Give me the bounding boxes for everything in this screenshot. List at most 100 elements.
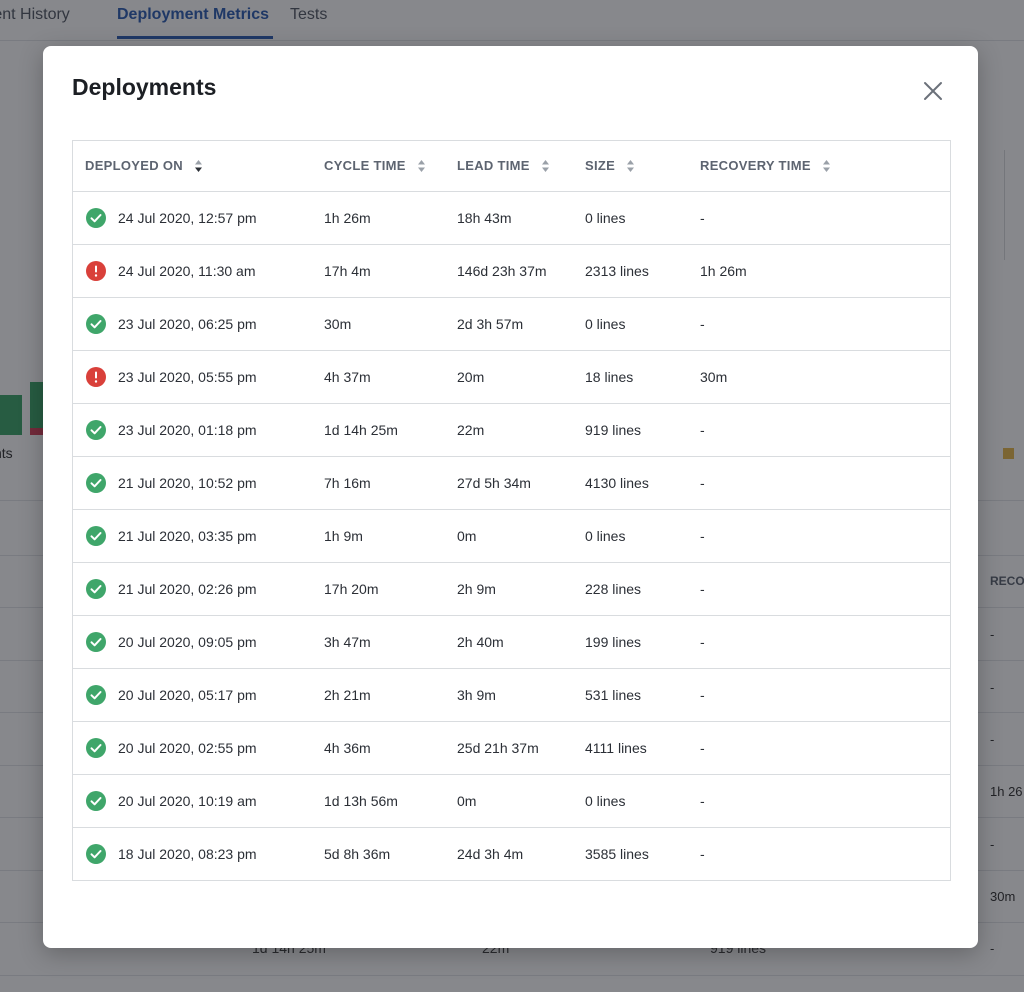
size-cell: 18 lines [585, 369, 634, 385]
table-row[interactable]: 20 Jul 2020, 10:19 am 1d 13h 56m 0m 0 li… [73, 775, 950, 828]
table-row[interactable]: 20 Jul 2020, 02:55 pm 4h 36m 25d 21h 37m… [73, 722, 950, 775]
table-header: DEPLOYED ON CYCLE TIME LEAD TIME SIZE RE… [73, 141, 950, 192]
cycle-time-cell: 1d 13h 56m [324, 793, 398, 809]
check-circle-icon [86, 473, 106, 493]
deployed-on-cell: 20 Jul 2020, 09:05 pm [118, 634, 257, 650]
table-row[interactable]: 23 Jul 2020, 05:55 pm 4h 37m 20m 18 line… [73, 351, 950, 404]
table-row[interactable]: 23 Jul 2020, 06:25 pm 30m 2d 3h 57m 0 li… [73, 298, 950, 351]
lead-time-cell: 146d 23h 37m [457, 263, 547, 279]
check-circle-icon [86, 632, 106, 652]
column-header-size[interactable]: SIZE [585, 141, 635, 191]
lead-time-cell: 25d 21h 37m [457, 740, 539, 756]
recovery-time-cell: - [700, 422, 705, 438]
column-header-deployed-on[interactable]: DEPLOYED ON [85, 141, 203, 191]
sort-descending-icon [194, 159, 202, 172]
sort-icon [822, 159, 830, 172]
table-row[interactable]: 24 Jul 2020, 11:30 am 17h 4m 146d 23h 37… [73, 245, 950, 298]
exclamation-circle-icon [86, 367, 106, 387]
close-button[interactable] [921, 79, 945, 103]
lead-time-cell: 20m [457, 369, 485, 385]
recovery-time-cell: - [700, 793, 705, 809]
deployed-on-cell: 23 Jul 2020, 06:25 pm [118, 316, 257, 332]
modal-title: Deployments [72, 74, 217, 100]
size-cell: 0 lines [585, 528, 626, 544]
close-icon [924, 82, 942, 100]
recovery-time-cell: - [700, 740, 705, 756]
sort-icon [541, 159, 549, 172]
table-row[interactable]: 18 Jul 2020, 08:23 pm 5d 8h 36m 24d 3h 4… [73, 828, 950, 880]
recovery-time-cell: - [700, 634, 705, 650]
lead-time-cell: 22m [457, 422, 485, 438]
recovery-time-cell: - [700, 316, 705, 332]
table-row[interactable]: 23 Jul 2020, 01:18 pm 1d 14h 25m 22m 919… [73, 404, 950, 457]
size-cell: 228 lines [585, 581, 642, 597]
check-circle-icon [86, 579, 106, 599]
table-row[interactable]: 24 Jul 2020, 12:57 pm 1h 26m 18h 43m 0 l… [73, 192, 950, 245]
deployed-on-cell: 20 Jul 2020, 05:17 pm [118, 687, 257, 703]
deployed-on-cell: 21 Jul 2020, 10:52 pm [118, 475, 257, 491]
recovery-time-cell: - [700, 210, 705, 226]
recovery-time-cell: 30m [700, 369, 728, 385]
cycle-time-cell: 17h 20m [324, 581, 379, 597]
sort-icon [627, 159, 635, 172]
deployed-on-cell: 21 Jul 2020, 02:26 pm [118, 581, 257, 597]
cycle-time-cell: 1d 14h 25m [324, 422, 398, 438]
table-body: 24 Jul 2020, 12:57 pm 1h 26m 18h 43m 0 l… [73, 192, 950, 880]
check-circle-icon [86, 314, 106, 334]
size-cell: 531 lines [585, 687, 642, 703]
deployed-on-cell: 24 Jul 2020, 11:30 am [118, 263, 256, 279]
lead-time-cell: 24d 3h 4m [457, 846, 524, 862]
column-header-cycle-time[interactable]: CYCLE TIME [324, 141, 426, 191]
size-cell: 4111 lines [585, 740, 647, 756]
table-row[interactable]: 21 Jul 2020, 02:26 pm 17h 20m 2h 9m 228 … [73, 563, 950, 616]
check-circle-icon [86, 208, 106, 228]
lead-time-cell: 0m [457, 793, 477, 809]
check-circle-icon [86, 420, 106, 440]
cycle-time-cell: 1h 26m [324, 210, 371, 226]
table-row[interactable]: 20 Jul 2020, 09:05 pm 3h 47m 2h 40m 199 … [73, 616, 950, 669]
cycle-time-cell: 2h 21m [324, 687, 371, 703]
cycle-time-cell: 5d 8h 36m [324, 846, 391, 862]
check-circle-icon [86, 738, 106, 758]
recovery-time-cell: - [700, 687, 705, 703]
check-circle-icon [86, 685, 106, 705]
recovery-time-cell: 1h 26m [700, 263, 747, 279]
check-circle-icon [86, 526, 106, 546]
deployed-on-cell: 21 Jul 2020, 03:35 pm [118, 528, 257, 544]
column-header-label: RECOVERY TIME [700, 158, 811, 173]
size-cell: 3585 lines [585, 846, 649, 862]
cycle-time-cell: 4h 37m [324, 369, 371, 385]
sort-icon [417, 159, 425, 172]
size-cell: 199 lines [585, 634, 642, 650]
column-header-label: CYCLE TIME [324, 158, 406, 173]
column-header-label: LEAD TIME [457, 158, 530, 173]
column-header-lead-time[interactable]: LEAD TIME [457, 141, 550, 191]
deployed-on-cell: 23 Jul 2020, 01:18 pm [118, 422, 257, 438]
column-header-recovery-time[interactable]: RECOVERY TIME [700, 141, 831, 191]
deployments-table: DEPLOYED ON CYCLE TIME LEAD TIME SIZE RE… [72, 140, 951, 881]
lead-time-cell: 27d 5h 34m [457, 475, 531, 491]
lead-time-cell: 18h 43m [457, 210, 512, 226]
cycle-time-cell: 17h 4m [324, 263, 371, 279]
table-row[interactable]: 21 Jul 2020, 10:52 pm 7h 16m 27d 5h 34m … [73, 457, 950, 510]
size-cell: 0 lines [585, 210, 626, 226]
table-row[interactable]: 21 Jul 2020, 03:35 pm 1h 9m 0m 0 lines - [73, 510, 950, 563]
exclamation-circle-icon [86, 261, 106, 281]
lead-time-cell: 2h 40m [457, 634, 504, 650]
recovery-time-cell: - [700, 581, 705, 597]
recovery-time-cell: - [700, 528, 705, 544]
cycle-time-cell: 4h 36m [324, 740, 371, 756]
deployed-on-cell: 23 Jul 2020, 05:55 pm [118, 369, 257, 385]
size-cell: 4130 lines [585, 475, 649, 491]
lead-time-cell: 2d 3h 57m [457, 316, 524, 332]
size-cell: 919 lines [585, 422, 642, 438]
lead-time-cell: 0m [457, 528, 477, 544]
deployed-on-cell: 20 Jul 2020, 10:19 am [118, 793, 257, 809]
table-row[interactable]: 20 Jul 2020, 05:17 pm 2h 21m 3h 9m 531 l… [73, 669, 950, 722]
size-cell: 0 lines [585, 793, 626, 809]
deployed-on-cell: 18 Jul 2020, 08:23 pm [118, 846, 257, 862]
cycle-time-cell: 3h 47m [324, 634, 371, 650]
size-cell: 0 lines [585, 316, 626, 332]
cycle-time-cell: 1h 9m [324, 528, 363, 544]
check-circle-icon [86, 844, 106, 864]
